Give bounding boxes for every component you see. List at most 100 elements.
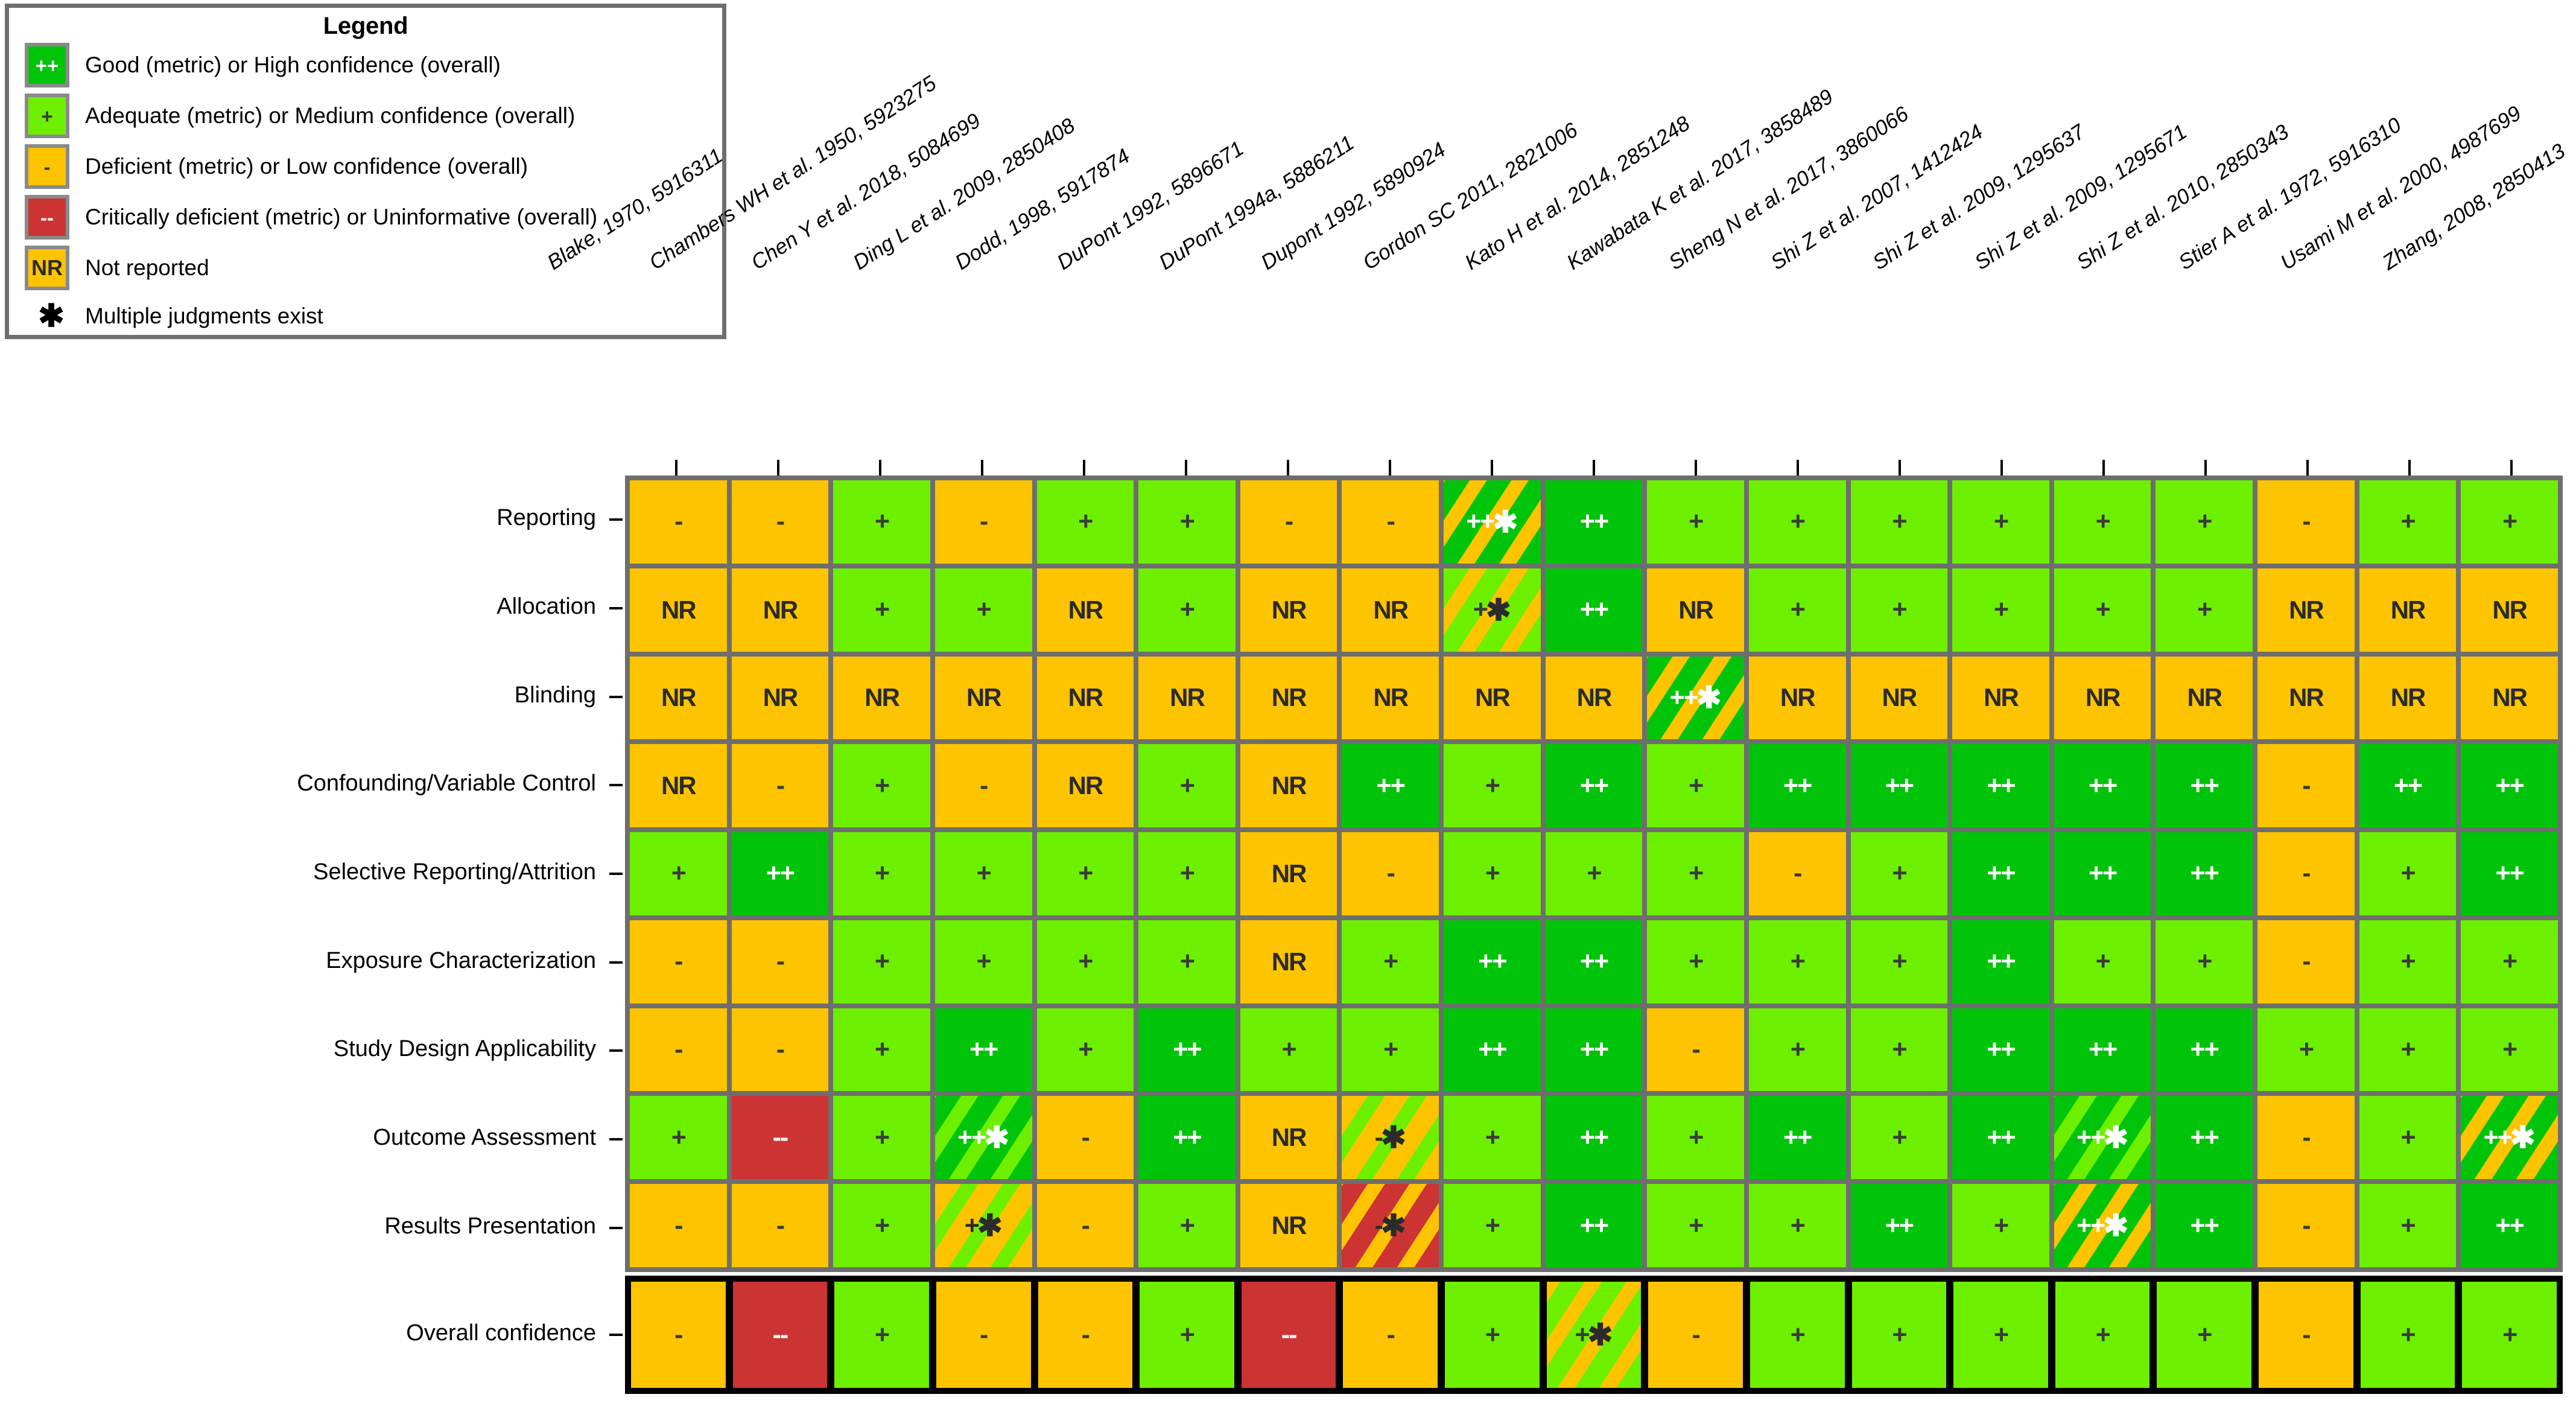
matrix-cell[interactable]: NR bbox=[2359, 568, 2457, 652]
matrix-cell[interactable]: + bbox=[1748, 480, 1846, 564]
matrix-cell[interactable]: - bbox=[1038, 1282, 1133, 1388]
matrix-cell[interactable]: NR bbox=[1240, 656, 1337, 740]
matrix-cell[interactable]: + bbox=[2157, 1282, 2252, 1388]
matrix-cell[interactable]: NR bbox=[1748, 656, 1846, 740]
matrix-cell[interactable]: + bbox=[2055, 1282, 2150, 1388]
matrix-cell[interactable]: + bbox=[1953, 1282, 2048, 1388]
matrix-cell[interactable]: ++ bbox=[1850, 744, 1948, 828]
matrix-cell[interactable]: - bbox=[731, 744, 829, 828]
matrix-cell[interactable]: + bbox=[1850, 568, 1948, 652]
matrix-cell[interactable]: + bbox=[1444, 744, 1541, 828]
matrix-cell[interactable]: ++ bbox=[1952, 832, 2049, 915]
matrix-cell[interactable]: + bbox=[833, 480, 930, 564]
matrix-cell[interactable]: + bbox=[1342, 920, 1439, 1004]
matrix-cell[interactable]: ++ bbox=[1138, 1096, 1236, 1180]
matrix-cell[interactable]: + ✱ bbox=[1444, 568, 1541, 652]
matrix-cell[interactable]: ++ bbox=[1952, 1096, 2049, 1180]
matrix-cell[interactable]: + bbox=[1545, 832, 1643, 915]
matrix-cell[interactable]: - bbox=[1342, 832, 1439, 915]
matrix-cell[interactable]: + bbox=[1750, 1282, 1845, 1388]
matrix-cell[interactable]: + bbox=[833, 744, 930, 828]
matrix-cell[interactable]: NR bbox=[2257, 656, 2355, 740]
matrix-cell[interactable]: + bbox=[1647, 1096, 1744, 1180]
matrix-cell[interactable]: NR bbox=[1850, 656, 1948, 740]
matrix-cell[interactable]: ++ bbox=[2156, 832, 2253, 915]
matrix-cell[interactable]: NR bbox=[1138, 656, 1236, 740]
matrix-cell[interactable]: + bbox=[1138, 480, 1236, 564]
matrix-cell[interactable]: - bbox=[1240, 480, 1337, 564]
matrix-cell[interactable]: + bbox=[1036, 920, 1134, 1004]
matrix-cell[interactable]: ++ bbox=[2461, 832, 2558, 915]
matrix-cell[interactable]: NR bbox=[2461, 568, 2558, 652]
matrix-cell[interactable]: NR bbox=[1444, 656, 1541, 740]
matrix-cell[interactable]: - bbox=[731, 480, 829, 564]
matrix-cell[interactable]: - bbox=[1647, 1008, 1744, 1092]
matrix-cell[interactable]: NR bbox=[1240, 744, 1337, 828]
matrix-cell[interactable]: + bbox=[1342, 1008, 1439, 1092]
matrix-cell[interactable]: - bbox=[1342, 480, 1439, 564]
matrix-cell[interactable]: + bbox=[1444, 1184, 1541, 1267]
matrix-cell[interactable]: + bbox=[833, 1008, 930, 1092]
matrix-cell[interactable]: + bbox=[1138, 832, 1236, 915]
matrix-cell[interactable]: NR bbox=[731, 568, 829, 652]
matrix-cell[interactable]: + bbox=[2461, 1008, 2558, 1092]
matrix-cell[interactable]: + bbox=[934, 832, 1032, 915]
matrix-cell[interactable]: + bbox=[2257, 1008, 2355, 1092]
matrix-cell[interactable]: + bbox=[1952, 480, 2049, 564]
matrix-cell[interactable]: + bbox=[1647, 920, 1744, 1004]
matrix-cell[interactable]: - bbox=[934, 480, 1032, 564]
matrix-cell[interactable]: - bbox=[1343, 1282, 1438, 1388]
matrix-cell[interactable]: - bbox=[1036, 1096, 1134, 1180]
matrix-cell[interactable]: -- bbox=[731, 1096, 829, 1180]
matrix-cell[interactable]: + bbox=[1647, 1184, 1744, 1267]
matrix-cell[interactable]: - bbox=[934, 744, 1032, 828]
matrix-cell[interactable]: ++ bbox=[2156, 1008, 2253, 1092]
matrix-cell[interactable]: NR bbox=[1240, 1184, 1337, 1267]
matrix-cell[interactable]: NR bbox=[630, 568, 727, 652]
matrix-cell[interactable]: + bbox=[1036, 1008, 1134, 1092]
matrix-cell[interactable]: ++ bbox=[1545, 1008, 1643, 1092]
matrix-cell[interactable]: + bbox=[2156, 568, 2253, 652]
matrix-cell[interactable]: - bbox=[631, 1282, 726, 1388]
matrix-cell[interactable]: NR bbox=[2054, 656, 2151, 740]
matrix-cell[interactable]: ++ bbox=[2054, 832, 2151, 915]
matrix-cell[interactable]: NR bbox=[630, 744, 727, 828]
matrix-cell[interactable]: + bbox=[1850, 1096, 1948, 1180]
matrix-cell[interactable]: NR bbox=[1952, 656, 2049, 740]
matrix-cell[interactable]: ++ bbox=[1545, 1184, 1643, 1267]
matrix-cell[interactable]: + bbox=[1138, 1184, 1236, 1267]
matrix-cell[interactable]: + bbox=[2054, 568, 2151, 652]
matrix-cell[interactable]: ++ bbox=[2156, 744, 2253, 828]
matrix-cell[interactable]: + bbox=[2461, 920, 2558, 1004]
matrix-cell[interactable]: NR bbox=[1036, 656, 1134, 740]
matrix-cell[interactable]: + bbox=[1850, 1008, 1948, 1092]
matrix-cell[interactable]: + bbox=[1647, 832, 1744, 915]
matrix-cell[interactable]: ++ bbox=[1850, 1184, 1948, 1267]
matrix-cell[interactable]: - bbox=[731, 920, 829, 1004]
matrix-cell[interactable]: ++ bbox=[2359, 744, 2457, 828]
matrix-cell[interactable]: - bbox=[1748, 832, 1846, 915]
matrix-cell[interactable]: + bbox=[1850, 480, 1948, 564]
matrix-cell[interactable]: + bbox=[630, 1096, 727, 1180]
matrix-cell[interactable]: - bbox=[630, 1184, 727, 1267]
matrix-cell[interactable]: NR bbox=[1545, 656, 1643, 740]
matrix-cell[interactable]: - bbox=[2257, 1096, 2355, 1180]
matrix-cell[interactable]: + bbox=[1138, 568, 1236, 652]
matrix-cell[interactable]: + bbox=[1952, 1184, 2049, 1267]
matrix-cell[interactable]: ++ bbox=[2461, 1184, 2558, 1267]
matrix-cell[interactable]: NR bbox=[2257, 568, 2355, 652]
matrix-cell[interactable]: ++ bbox=[2156, 1184, 2253, 1267]
matrix-cell[interactable]: - bbox=[936, 1282, 1031, 1388]
matrix-cell[interactable]: + bbox=[2359, 480, 2457, 564]
matrix-cell[interactable]: + bbox=[1444, 1096, 1541, 1180]
matrix-cell[interactable]: + bbox=[1851, 1282, 1947, 1388]
matrix-cell[interactable]: ++ bbox=[2156, 1096, 2253, 1180]
matrix-cell[interactable]: ++ bbox=[1952, 920, 2049, 1004]
matrix-cell[interactable]: + bbox=[833, 568, 930, 652]
matrix-cell[interactable]: ++ ✱ bbox=[2461, 1096, 2558, 1180]
matrix-cell[interactable]: + bbox=[1445, 1282, 1540, 1388]
matrix-cell[interactable]: + bbox=[1138, 920, 1236, 1004]
matrix-cell[interactable]: NR bbox=[2461, 656, 2558, 740]
matrix-cell[interactable]: ++ bbox=[1444, 1008, 1541, 1092]
matrix-cell[interactable]: ++ ✱ bbox=[2054, 1184, 2151, 1267]
